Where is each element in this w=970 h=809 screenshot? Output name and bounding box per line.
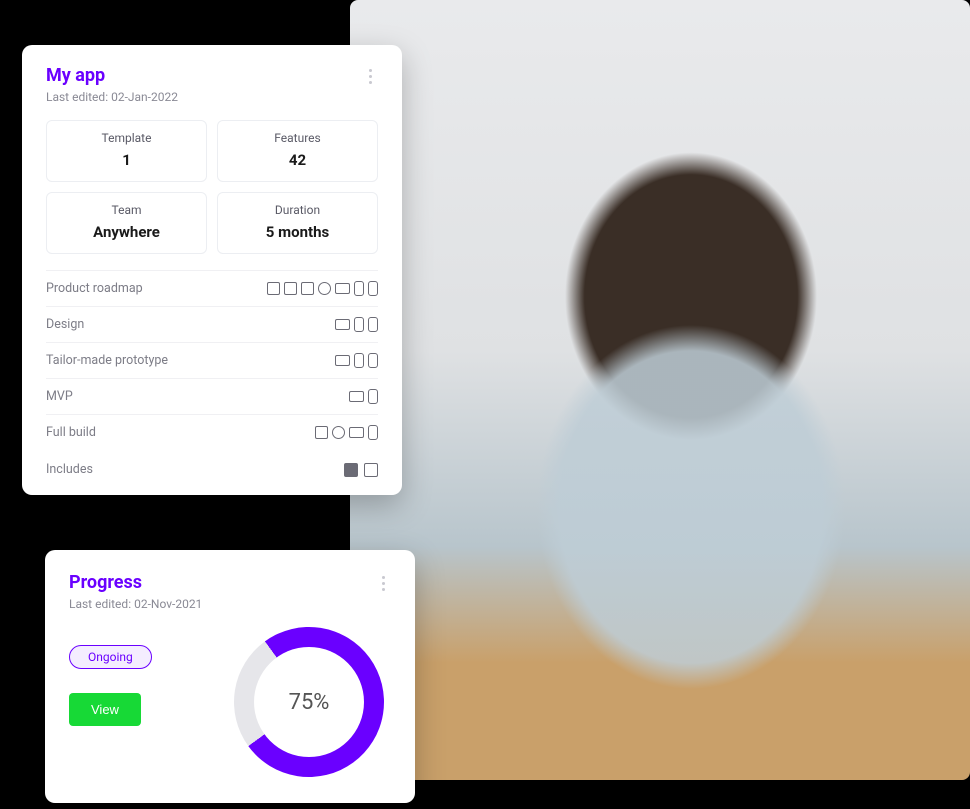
progress-card: Progress Last edited: 02-Nov-2021 Ongoin… xyxy=(45,550,415,803)
feature-row-roadmap: Product roadmap xyxy=(46,271,378,307)
background-photo xyxy=(350,0,970,780)
watch-icon xyxy=(368,317,378,332)
platform-icon xyxy=(301,282,314,295)
stat-features-value: 42 xyxy=(226,151,369,169)
platform-icon xyxy=(284,282,297,295)
desktop-icon xyxy=(335,319,350,330)
feature-row-prototype: Tailor-made prototype xyxy=(46,343,378,379)
feature-list: Product roadmap Design Tailor-made proto… xyxy=(46,270,378,450)
app-title: My app xyxy=(46,65,178,86)
feature-label: Tailor-made prototype xyxy=(46,353,168,368)
desktop-icon xyxy=(349,427,364,438)
platform-icons xyxy=(349,389,378,404)
desktop-icon xyxy=(335,355,350,366)
view-button[interactable]: View xyxy=(69,693,141,726)
stat-duration-value: 5 months xyxy=(226,223,369,241)
mobile-icon xyxy=(354,353,364,368)
platform-icon xyxy=(318,282,331,295)
progress-percent: 75% xyxy=(289,690,330,715)
stat-duration: Duration 5 months xyxy=(217,192,378,254)
stat-team-value: Anywhere xyxy=(55,223,198,241)
platform-icons xyxy=(335,317,378,332)
include-icon xyxy=(364,463,378,477)
app-last-edited: Last edited: 02-Jan-2022 xyxy=(46,90,178,104)
app-summary-card: My app Last edited: 02-Jan-2022 Template… xyxy=(22,45,402,495)
watch-icon xyxy=(368,281,378,296)
include-icon xyxy=(344,463,358,477)
mobile-icon xyxy=(354,317,364,332)
status-badge: Ongoing xyxy=(69,645,152,669)
more-options-icon[interactable] xyxy=(362,65,378,84)
platform-icon xyxy=(267,282,280,295)
progress-last-edited: Last edited: 02-Nov-2021 xyxy=(69,597,202,611)
stat-team: Team Anywhere xyxy=(46,192,207,254)
platform-icons xyxy=(315,425,378,440)
includes-label: Includes xyxy=(46,462,93,477)
platform-icon xyxy=(332,426,345,439)
more-options-icon[interactable] xyxy=(375,572,391,591)
desktop-icon xyxy=(349,391,364,402)
platform-icons xyxy=(267,281,378,296)
desktop-icon xyxy=(335,283,350,294)
stat-features: Features 42 xyxy=(217,120,378,182)
feature-label: Full build xyxy=(46,425,96,440)
watch-icon xyxy=(368,353,378,368)
feature-label: MVP xyxy=(46,389,73,404)
stat-duration-label: Duration xyxy=(226,203,369,217)
feature-row-design: Design xyxy=(46,307,378,343)
stat-team-label: Team xyxy=(55,203,198,217)
feature-row-fullbuild: Full build xyxy=(46,415,378,450)
progress-donut-chart: 75% xyxy=(227,627,391,777)
mobile-icon xyxy=(368,389,378,404)
stat-template: Template 1 xyxy=(46,120,207,182)
feature-row-mvp: MVP xyxy=(46,379,378,415)
stat-template-value: 1 xyxy=(55,151,198,169)
platform-icons xyxy=(335,353,378,368)
feature-label: Product roadmap xyxy=(46,281,143,296)
stat-template-label: Template xyxy=(55,131,198,145)
mobile-icon xyxy=(354,281,364,296)
stat-features-label: Features xyxy=(226,131,369,145)
platform-icon xyxy=(315,426,328,439)
progress-title: Progress xyxy=(69,572,202,593)
mobile-icon xyxy=(368,425,378,440)
feature-label: Design xyxy=(46,317,84,332)
includes-row: Includes xyxy=(46,450,378,477)
